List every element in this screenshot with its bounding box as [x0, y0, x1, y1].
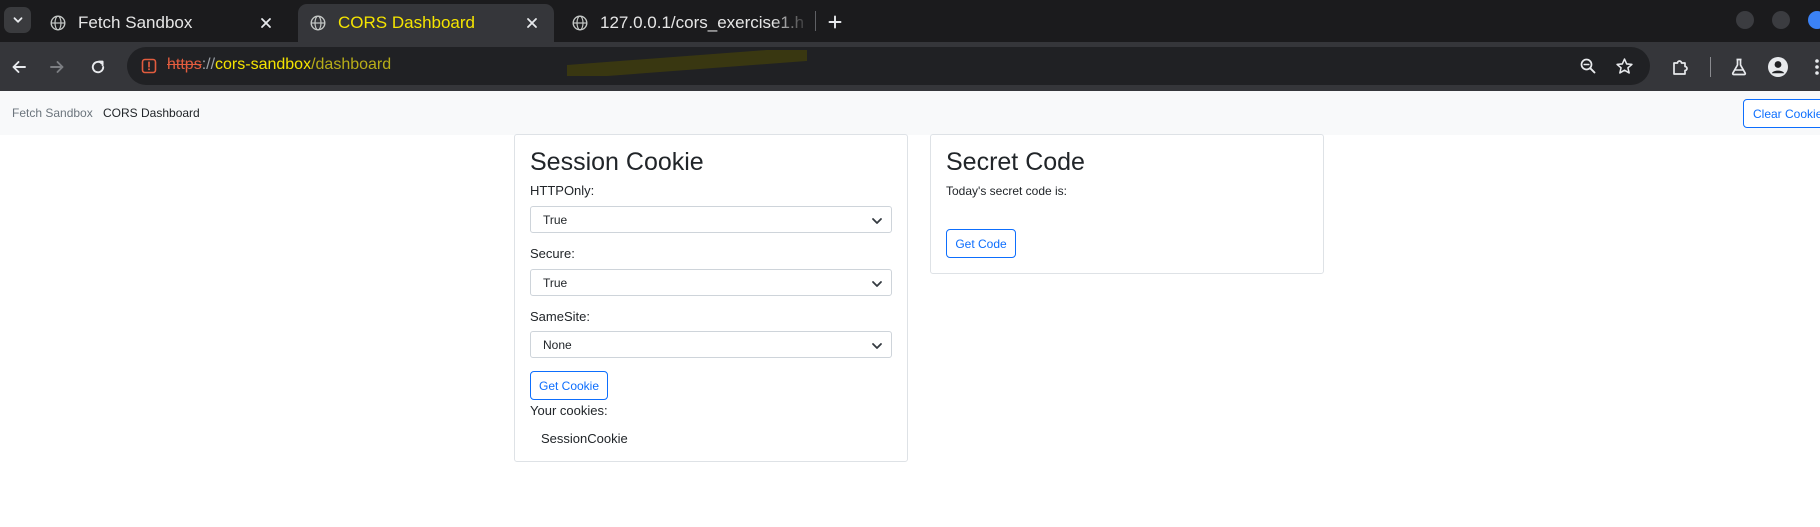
arrow-left-icon: [12, 61, 26, 73]
samesite-value: None: [543, 338, 572, 352]
window-maximize-button[interactable]: [1772, 11, 1790, 29]
secure-label: Secure:: [530, 246, 575, 261]
httponly-select[interactable]: True: [530, 206, 892, 233]
tab-title: CORS Dashboard: [338, 13, 476, 32]
star-icon: [1615, 57, 1633, 74]
breadcrumb-cors-dashboard: CORS Dashboard: [103, 106, 200, 120]
address-bar[interactable]: https://cors-sandbox/dashboard: [127, 47, 1650, 85]
httponly-value: True: [543, 213, 568, 227]
clear-cookies-button[interactable]: Clear Cookies: [1743, 99, 1820, 128]
highlight-stroke: [567, 50, 807, 76]
profile-icon: [1768, 57, 1788, 77]
zoom-icon: [1580, 58, 1596, 74]
secure-select[interactable]: True: [530, 269, 892, 296]
secret-code-title: Secret Code: [946, 148, 1085, 176]
url-scheme: https: [167, 56, 202, 73]
zoom-button[interactable]: [1578, 56, 1598, 76]
tab-cors-exercise[interactable]: 127.0.0.1/cors_exercise1.h: [560, 4, 810, 42]
url-host: cors-sandbox: [215, 56, 312, 73]
browser-menu-button[interactable]: [1806, 56, 1820, 78]
globe-icon: [572, 15, 588, 31]
secret-code-card: Secret Code Today's secret code is: Get …: [930, 134, 1324, 274]
reload-icon: [91, 60, 105, 74]
more-vert-icon: [1815, 59, 1819, 75]
tab-close-button[interactable]: [256, 13, 276, 33]
samesite-label: SameSite:: [530, 309, 590, 324]
close-icon: [261, 18, 271, 28]
tab-title: Fetch Sandbox: [78, 13, 193, 32]
your-cookies-label: Your cookies:: [530, 403, 608, 418]
cookie-list-item: SessionCookie: [541, 431, 628, 446]
puzzle-icon: [1673, 60, 1688, 75]
tab-title: 127.0.0.1/cors_exercise1.h: [600, 13, 805, 32]
httponly-label: HTTPOnly:: [530, 183, 595, 198]
samesite-select[interactable]: None: [530, 331, 892, 358]
url-separator: ://: [201, 56, 216, 73]
session-cookie-title: Session Cookie: [530, 148, 704, 176]
get-cookie-button[interactable]: Get Cookie: [530, 371, 608, 400]
chevron-down-icon: [13, 17, 22, 23]
tab-cors-dashboard[interactable]: CORS Dashboard: [298, 4, 554, 42]
close-icon: [527, 18, 537, 28]
site-info-button[interactable]: [135, 53, 163, 79]
tab-separator: [815, 11, 816, 31]
get-code-button[interactable]: Get Code: [946, 229, 1016, 258]
labs-button[interactable]: [1728, 56, 1750, 78]
tab-close-button[interactable]: [522, 13, 542, 33]
tab-strip: Fetch Sandbox CORS Dashboard 127.0.0.1/c…: [0, 0, 1820, 42]
bookmark-button[interactable]: [1614, 56, 1634, 76]
tab-fetch-sandbox[interactable]: Fetch Sandbox: [38, 4, 288, 42]
not-secure-icon: [141, 58, 157, 74]
forward-button[interactable]: [44, 54, 70, 80]
chevron-down-icon: [872, 218, 882, 224]
window-close-button[interactable]: [1808, 11, 1820, 29]
flask-icon: [1731, 58, 1747, 76]
session-cookie-card: Session Cookie HTTPOnly: True Secure: Tr…: [514, 134, 908, 462]
globe-icon: [310, 15, 326, 31]
browser-toolbar: https://cors-sandbox/dashboard: [0, 42, 1820, 91]
chevron-down-icon: [872, 281, 882, 287]
tab-search-button[interactable]: [4, 7, 31, 33]
url-path: /dashboard: [311, 56, 392, 73]
toolbar-divider: [1710, 57, 1711, 77]
secret-code-text: Today's secret code is:: [946, 184, 1068, 198]
plus-icon: [828, 15, 842, 29]
extensions-button[interactable]: [1669, 56, 1691, 78]
page-content: Fetch Sandbox CORS Dashboard Clear Cooki…: [0, 91, 1820, 527]
url-text: https://cors-sandbox/dashboard: [167, 50, 807, 76]
breadcrumb-fetch-sandbox[interactable]: Fetch Sandbox: [12, 106, 93, 120]
window-minimize-button[interactable]: [1736, 11, 1754, 29]
profile-button[interactable]: [1767, 56, 1789, 78]
secure-value: True: [543, 276, 568, 290]
reload-button[interactable]: [85, 54, 111, 80]
app-navbar: Fetch Sandbox CORS Dashboard Clear Cooki…: [0, 91, 1820, 135]
globe-icon: [50, 15, 66, 31]
new-tab-button[interactable]: [822, 9, 848, 35]
arrow-right-icon: [50, 61, 64, 73]
chevron-down-icon: [872, 343, 882, 349]
back-button[interactable]: [6, 54, 32, 80]
